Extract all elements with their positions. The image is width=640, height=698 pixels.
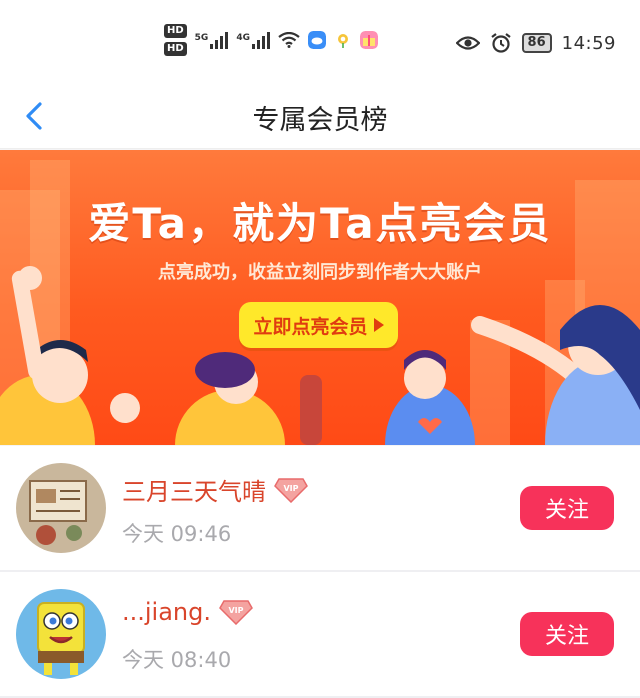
light-up-vip-button[interactable]: 立即点亮会员 [239, 302, 398, 348]
avatar[interactable] [16, 463, 106, 553]
eye-icon [455, 36, 480, 50]
vip-badge-text: VIP [283, 484, 298, 493]
member-name: 三月三天气晴 [122, 478, 266, 506]
alarm-icon [490, 33, 511, 53]
wifi-icon [278, 32, 300, 48]
member-list: 三月三天气晴 VIP 今天 09:46 关注 ...jiang. VIP 今天 … [0, 446, 640, 698]
play-arrow-icon [373, 318, 384, 332]
nav-header: 专属会员榜 [0, 88, 640, 149]
battery-indicator: 86 [521, 33, 552, 53]
net1-label: 5G [194, 32, 209, 43]
member-name: ...jiang. [122, 598, 212, 626]
member-name-row: ...jiang. VIP [122, 598, 253, 626]
member-time: 今天 08:40 [122, 648, 232, 672]
avatar[interactable] [16, 589, 106, 679]
vip-diamond-icon: VIP [274, 477, 308, 503]
status-bar: HD HD 5G 4G 86 14:59 [0, 0, 640, 88]
hd2-badge: HD [164, 42, 187, 56]
status-time: 14:59 [561, 32, 616, 54]
member-time: 今天 09:46 [122, 522, 232, 546]
hd-indicators: HD HD [164, 24, 187, 56]
member-name-row: 三月三天气晴 VIP [122, 472, 308, 507]
status-right-group: 86 14:59 [455, 32, 616, 54]
banner-title: 爱Ta，就为Ta点亮会员 [88, 199, 552, 248]
list-item[interactable]: 三月三天气晴 VIP 今天 09:46 关注 [0, 446, 640, 572]
list-item[interactable]: ...jiang. VIP 今天 08:40 关注 [0, 572, 640, 698]
cta-label: 立即点亮会员 [253, 315, 368, 338]
page-title: 专属会员榜 [252, 105, 388, 136]
status-left-group: HD HD 5G 4G [164, 24, 378, 56]
signal-4g: 4G [236, 31, 270, 49]
banner-subtitle: 点亮成功，收益立刻同步到作者大大账户 [158, 262, 482, 283]
signal-bars-icon [251, 31, 270, 49]
signal-bars-icon [210, 31, 229, 49]
sponge-avatar-image [16, 589, 106, 679]
cloud-app-icon [307, 31, 326, 49]
vip-diamond-icon: VIP [219, 600, 253, 625]
hd1-badge: HD [164, 24, 187, 38]
vip-badge-text: VIP [229, 606, 244, 615]
signal-5g: 5G [194, 31, 229, 49]
stamp-avatar-image [16, 463, 106, 553]
net2-label: 4G [236, 32, 250, 43]
follow-button[interactable]: 关注 [520, 486, 614, 530]
promo-banner[interactable]: 爱Ta，就为Ta点亮会员 点亮成功，收益立刻同步到作者大大账户 立即点亮会员 [0, 150, 640, 445]
follow-button[interactable]: 关注 [520, 612, 614, 656]
flower-app-icon [337, 34, 348, 48]
gift-app-icon [359, 31, 378, 49]
